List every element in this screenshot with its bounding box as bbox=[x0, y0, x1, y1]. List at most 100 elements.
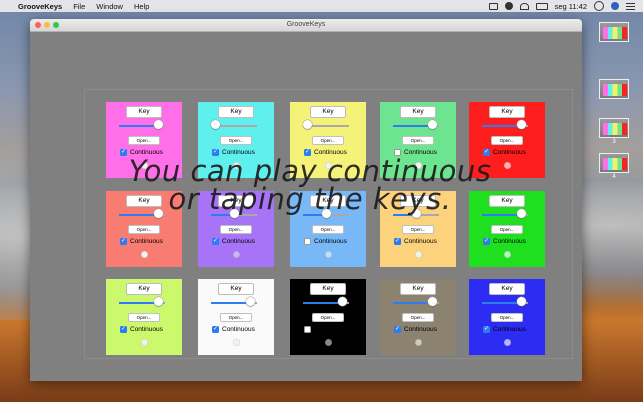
menu-window[interactable]: Window bbox=[96, 2, 123, 11]
continuous-checkbox[interactable]: ✓ bbox=[212, 149, 219, 156]
space-thumbnail[interactable]: 4 bbox=[590, 153, 638, 182]
key-button[interactable]: Key bbox=[218, 283, 254, 295]
volume-slider-knob[interactable] bbox=[321, 209, 331, 218]
open-sound-button[interactable]: Open... bbox=[402, 313, 434, 322]
key-button[interactable]: Key bbox=[218, 106, 254, 118]
minimize-window-button[interactable] bbox=[44, 22, 50, 28]
open-sound-button[interactable]: Open... bbox=[220, 313, 252, 322]
volume-slider-knob[interactable] bbox=[211, 120, 221, 129]
key-button[interactable]: Key bbox=[489, 283, 525, 295]
key-pad[interactable]: Key Open... ✓Continuous bbox=[380, 191, 456, 267]
clock[interactable]: seg 11:42 bbox=[555, 2, 587, 11]
open-sound-button[interactable]: Open... bbox=[128, 225, 160, 234]
volume-slider-knob[interactable] bbox=[427, 297, 437, 306]
continuous-toggle[interactable]: ✓ bbox=[304, 325, 311, 334]
continuous-toggle[interactable]: ✓Continuous bbox=[212, 237, 255, 246]
volume-slider-knob[interactable] bbox=[153, 120, 163, 129]
continuous-toggle[interactable]: ✓Continuous bbox=[304, 148, 347, 157]
continuous-checkbox[interactable]: ✓ bbox=[483, 238, 490, 245]
volume-slider-knob[interactable] bbox=[427, 120, 437, 129]
continuous-toggle[interactable]: ✓Continuous bbox=[120, 325, 163, 334]
key-pad[interactable]: Key Open... ✓Continuous bbox=[106, 191, 182, 267]
open-sound-button[interactable]: Open... bbox=[128, 136, 160, 145]
continuous-checkbox[interactable]: ✓ bbox=[304, 149, 311, 156]
open-sound-button[interactable]: Open... bbox=[312, 136, 344, 145]
close-window-button[interactable] bbox=[35, 22, 41, 28]
continuous-toggle[interactable]: ✓Continuous bbox=[394, 148, 437, 157]
continuous-toggle[interactable]: ✓Continuous bbox=[304, 237, 347, 246]
continuous-toggle[interactable]: ✓Continuous bbox=[212, 148, 255, 157]
volume-slider-knob[interactable] bbox=[153, 297, 163, 306]
wifi-icon[interactable] bbox=[519, 2, 529, 10]
continuous-checkbox[interactable]: ✓ bbox=[120, 238, 127, 245]
continuous-toggle[interactable]: ✓Continuous bbox=[483, 325, 526, 334]
volume-slider-knob[interactable] bbox=[516, 297, 526, 306]
key-button[interactable]: Key bbox=[310, 195, 346, 207]
continuous-checkbox[interactable]: ✓ bbox=[120, 149, 127, 156]
continuous-toggle[interactable]: ✓Continuous bbox=[120, 148, 163, 157]
key-pad[interactable]: Key Open... ✓Continuous bbox=[290, 102, 366, 178]
key-button[interactable]: Key bbox=[126, 283, 162, 295]
volume-slider-knob[interactable] bbox=[411, 209, 421, 218]
key-pad[interactable]: Key Open... ✓Continuous bbox=[198, 279, 274, 355]
key-button[interactable]: Key bbox=[400, 283, 436, 295]
spotlight-icon[interactable] bbox=[594, 1, 604, 11]
key-button[interactable]: Key bbox=[126, 106, 162, 118]
open-sound-button[interactable]: Open... bbox=[491, 313, 523, 322]
key-pad[interactable]: Key Open... ✓Continuous bbox=[106, 102, 182, 178]
notification-center-icon[interactable] bbox=[626, 2, 635, 10]
volume-slider-knob[interactable] bbox=[245, 297, 255, 306]
key-button[interactable]: Key bbox=[489, 106, 525, 118]
volume-slider-knob[interactable] bbox=[516, 209, 526, 218]
continuous-checkbox[interactable]: ✓ bbox=[483, 326, 490, 333]
battery-icon[interactable] bbox=[535, 2, 548, 10]
continuous-checkbox[interactable]: ✓ bbox=[394, 326, 401, 333]
app-menu[interactable]: GrooveKeys bbox=[18, 2, 62, 11]
key-button[interactable]: Key bbox=[126, 195, 162, 207]
key-pad[interactable]: Key Open... ✓Continuous bbox=[198, 191, 274, 267]
key-pad[interactable]: Key Open...✓ bbox=[290, 279, 366, 355]
zoom-window-button[interactable] bbox=[53, 22, 59, 28]
menu-help[interactable]: Help bbox=[134, 2, 149, 11]
volume-slider-knob[interactable] bbox=[229, 209, 239, 218]
timemachine-icon[interactable] bbox=[504, 2, 513, 10]
key-pad[interactable]: Key Open... ✓Continuous bbox=[106, 279, 182, 355]
continuous-toggle[interactable]: ✓Continuous bbox=[212, 325, 255, 334]
window-titlebar[interactable]: GrooveKeys bbox=[30, 19, 582, 32]
key-button[interactable]: Key bbox=[310, 106, 346, 118]
continuous-checkbox[interactable]: ✓ bbox=[212, 326, 219, 333]
menu-file[interactable]: File bbox=[73, 2, 85, 11]
open-sound-button[interactable]: Open... bbox=[220, 225, 252, 234]
continuous-toggle[interactable]: ✓Continuous bbox=[120, 237, 163, 246]
space-thumbnail[interactable] bbox=[590, 22, 638, 51]
key-pad[interactable]: Key Open... ✓Continuous bbox=[469, 279, 545, 355]
open-sound-button[interactable]: Open... bbox=[491, 225, 523, 234]
volume-slider-knob[interactable] bbox=[303, 120, 313, 129]
space-thumbnail[interactable]: 3 bbox=[590, 118, 638, 147]
key-pad[interactable]: Key Open... ✓Continuous bbox=[469, 102, 545, 178]
volume-slider-knob[interactable] bbox=[516, 120, 526, 129]
open-sound-button[interactable]: Open... bbox=[128, 313, 160, 322]
key-button[interactable]: Key bbox=[400, 195, 436, 207]
continuous-toggle[interactable]: ✓Continuous bbox=[394, 237, 437, 246]
continuous-checkbox[interactable]: ✓ bbox=[212, 238, 219, 245]
open-sound-button[interactable]: Open... bbox=[220, 136, 252, 145]
key-button[interactable]: Key bbox=[400, 106, 436, 118]
continuous-toggle[interactable]: ✓Continuous bbox=[483, 148, 526, 157]
key-button[interactable]: Key bbox=[218, 195, 254, 207]
siri-icon[interactable] bbox=[611, 2, 619, 10]
key-pad[interactable]: Key Open... ✓Continuous bbox=[380, 279, 456, 355]
open-sound-button[interactable]: Open... bbox=[312, 313, 344, 322]
space-thumbnail[interactable] bbox=[590, 79, 638, 108]
open-sound-button[interactable]: Open... bbox=[402, 225, 434, 234]
key-pad[interactable]: KeyOpen...✓Continuous bbox=[380, 102, 456, 178]
key-button[interactable]: Key bbox=[310, 283, 346, 295]
volume-slider-knob[interactable] bbox=[153, 209, 163, 218]
continuous-toggle[interactable]: ✓Continuous bbox=[483, 237, 526, 246]
volume-slider-knob[interactable] bbox=[337, 297, 347, 306]
open-sound-button[interactable]: Open... bbox=[312, 225, 344, 234]
screen-mirror-icon[interactable] bbox=[488, 2, 498, 10]
key-pad[interactable]: Key Open... ✓Continuous bbox=[290, 191, 366, 267]
open-sound-button[interactable]: Open... bbox=[491, 136, 523, 145]
continuous-toggle[interactable]: ✓Continuous bbox=[394, 325, 437, 334]
